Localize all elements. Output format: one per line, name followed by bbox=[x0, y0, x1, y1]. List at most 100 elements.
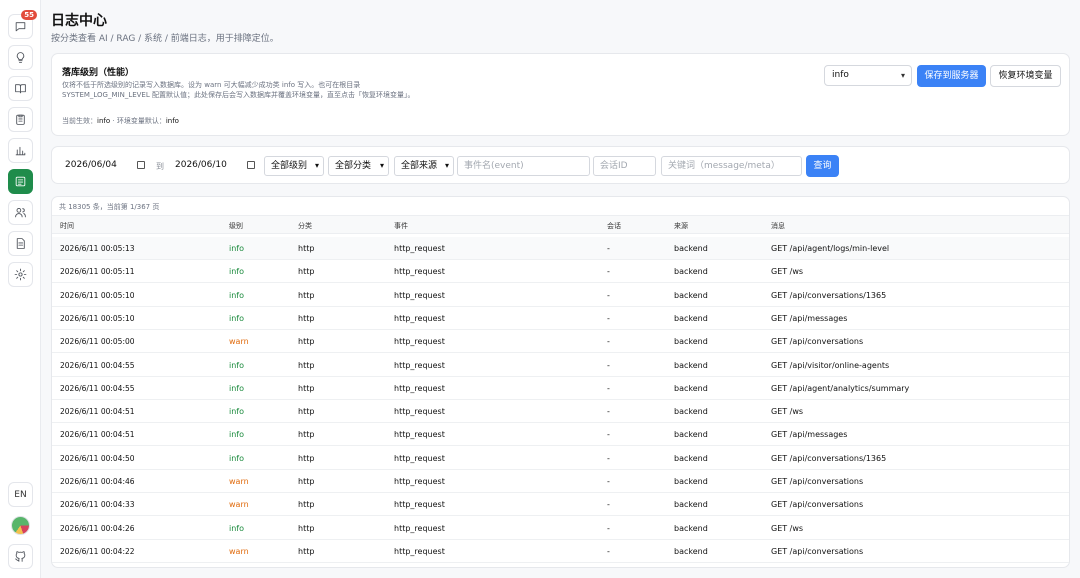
nav-docs-button[interactable] bbox=[8, 231, 33, 256]
cell-event: http_request bbox=[394, 360, 445, 370]
event-filter-input[interactable]: 事件名(event) bbox=[457, 156, 590, 176]
nav-tasks-button[interactable] bbox=[8, 107, 33, 132]
cell-message: GET /api/conversations bbox=[771, 500, 864, 510]
cell-message: GET /api/visitor/online-agents bbox=[771, 360, 890, 370]
lightbulb-icon bbox=[16, 52, 25, 63]
table-row[interactable]: 2026/6/11 00:05:11 info http http_request - b… bbox=[52, 260, 1069, 284]
table-row[interactable]: 2026/6/11 00:04:55 info http http_request - b… bbox=[52, 354, 1069, 377]
cell-event: http_request bbox=[394, 430, 445, 440]
cell-time: 2026/6/11 00:04:51 bbox=[60, 407, 135, 417]
column-header-source: 来源 bbox=[674, 222, 688, 230]
cell-session: - bbox=[607, 477, 610, 486]
cell-event: http_request bbox=[394, 477, 445, 486]
gear-icon bbox=[14, 268, 27, 281]
table-summary: 共 18305 条，当前第 1/367 页 bbox=[59, 203, 160, 211]
cell-source: backend bbox=[674, 337, 708, 347]
chat-icon bbox=[15, 22, 26, 32]
cell-category: http bbox=[298, 546, 315, 556]
nav-settings-button[interactable] bbox=[8, 262, 33, 287]
nav-ideas-button[interactable] bbox=[8, 45, 33, 70]
keyword-filter-input[interactable]: 关键词（message/meta） bbox=[661, 156, 802, 176]
date-to-input[interactable]: 2026/06/10 bbox=[175, 156, 258, 176]
cell-level: warn bbox=[229, 477, 249, 486]
date-from-input[interactable]: 2026/06/04 bbox=[65, 156, 148, 176]
log-level-select-value: info bbox=[832, 70, 849, 80]
save-to-server-button[interactable]: 保存到服务器 bbox=[917, 65, 986, 87]
column-header-session: 会话 bbox=[607, 222, 621, 230]
source-filter-select[interactable]: 全部来源 ▾ bbox=[394, 156, 454, 176]
cell-level: info bbox=[229, 313, 245, 323]
nav-logs-button[interactable] bbox=[8, 169, 33, 194]
cell-level: info bbox=[229, 244, 245, 253]
table-row[interactable]: 2026/6/11 00:04:51 info http http_request - b… bbox=[52, 423, 1069, 447]
cell-session: - bbox=[607, 523, 610, 533]
document-icon bbox=[16, 238, 25, 249]
cell-message: GET /ws bbox=[771, 407, 804, 417]
cell-session: - bbox=[607, 290, 610, 300]
cell-session: - bbox=[607, 407, 610, 417]
table-row[interactable]: 2026/6/11 00:04:50 info http http_request - b… bbox=[52, 447, 1069, 470]
log-level-select[interactable]: info ▾ bbox=[824, 65, 912, 86]
cell-event: http_request bbox=[394, 313, 445, 323]
cell-message: GET /ws bbox=[771, 523, 804, 533]
cell-event: http_request bbox=[394, 407, 445, 417]
cell-source: backend bbox=[674, 360, 708, 370]
table-row[interactable]: 2026/6/11 00:04:33 warn http http_request - b… bbox=[52, 493, 1069, 517]
cell-category: http bbox=[298, 290, 315, 300]
cell-source: backend bbox=[674, 546, 708, 556]
table-row[interactable]: 2026/6/11 00:04:55 info http http_request - b… bbox=[52, 377, 1069, 400]
cell-level: info bbox=[229, 453, 245, 463]
query-button[interactable]: 查询 bbox=[806, 155, 839, 177]
category-filter-select[interactable]: 全部分类 ▾ bbox=[328, 156, 389, 176]
clipboard-icon bbox=[16, 114, 25, 125]
restore-env-button[interactable]: 恢复环境变量 bbox=[990, 65, 1061, 87]
nav-chat-button[interactable]: 55 bbox=[8, 10, 37, 39]
nav-knowledge-button[interactable] bbox=[8, 76, 33, 101]
avatar-button[interactable] bbox=[8, 513, 33, 538]
cell-category: http bbox=[298, 430, 315, 440]
column-header-event: 事件 bbox=[394, 222, 408, 230]
cell-category: http bbox=[298, 267, 315, 277]
table-row[interactable]: 2026/6/11 00:05:10 info http http_request - b… bbox=[52, 284, 1069, 307]
column-header-level: 级别 bbox=[229, 222, 243, 230]
table-row[interactable]: 2026/6/11 00:05:13 info http http_request - b… bbox=[52, 237, 1069, 260]
cell-event: http_request bbox=[394, 290, 445, 300]
cell-message: GET /api/conversations bbox=[771, 546, 864, 556]
cell-source: backend bbox=[674, 477, 708, 486]
log-level-card: 落库级别（性能） 仅将不低于所选级别的记录写入数据库。设为 warn 可大幅减少… bbox=[51, 53, 1070, 136]
session-filter-input[interactable]: 会话ID bbox=[593, 156, 656, 176]
column-header-message: 消息 bbox=[771, 222, 785, 230]
chat-badge: 55 bbox=[21, 10, 37, 20]
cell-level: info bbox=[229, 523, 245, 533]
table-row[interactable]: 2026/6/11 00:04:22 warn http http_request - b… bbox=[52, 540, 1069, 563]
category-filter-value: 全部分类 bbox=[335, 161, 372, 171]
log-level-description: 仅将不低于所选级别的记录写入数据库。设为 warn 可大幅减少成功类 info … bbox=[62, 81, 415, 99]
cell-category: http bbox=[298, 477, 315, 486]
cell-time: 2026/6/11 00:04:51 bbox=[60, 430, 135, 440]
book-icon bbox=[15, 84, 26, 94]
cell-level: info bbox=[229, 383, 245, 393]
sidebar: 55 EN bbox=[0, 0, 41, 578]
cell-level: info bbox=[229, 290, 245, 300]
nav-users-button[interactable] bbox=[8, 200, 33, 225]
nav-analytics-button[interactable] bbox=[8, 138, 33, 163]
cell-session: - bbox=[607, 360, 610, 370]
table-row[interactable]: 2026/6/11 00:05:00 warn http http_request - b… bbox=[52, 330, 1069, 354]
calendar-icon bbox=[247, 161, 255, 169]
level-filter-select[interactable]: 全部级别 ▾ bbox=[264, 156, 324, 176]
language-toggle-button[interactable]: EN bbox=[8, 482, 33, 507]
current-level-value: info bbox=[97, 117, 111, 125]
cell-category: http bbox=[298, 383, 315, 393]
cell-message: GET /api/messages bbox=[771, 313, 848, 323]
cell-level: warn bbox=[229, 500, 249, 510]
cell-message: GET /api/messages bbox=[771, 430, 848, 440]
cell-event: http_request bbox=[394, 453, 445, 463]
github-button[interactable] bbox=[8, 544, 33, 569]
table-row[interactable]: 2026/6/11 00:05:10 info http http_request - b… bbox=[52, 307, 1069, 330]
table-row[interactable]: 2026/6/11 00:04:51 info http http_request - b… bbox=[52, 400, 1069, 424]
table-row[interactable]: 2026/6/11 00:04:46 warn http http_request - b… bbox=[52, 470, 1069, 493]
cell-session: - bbox=[607, 500, 610, 510]
cell-category: http bbox=[298, 244, 315, 253]
table-row[interactable]: 2026/6/11 00:04:26 info http http_request - b… bbox=[52, 517, 1069, 540]
cell-message: GET /api/agent/analytics/summary bbox=[771, 383, 910, 393]
